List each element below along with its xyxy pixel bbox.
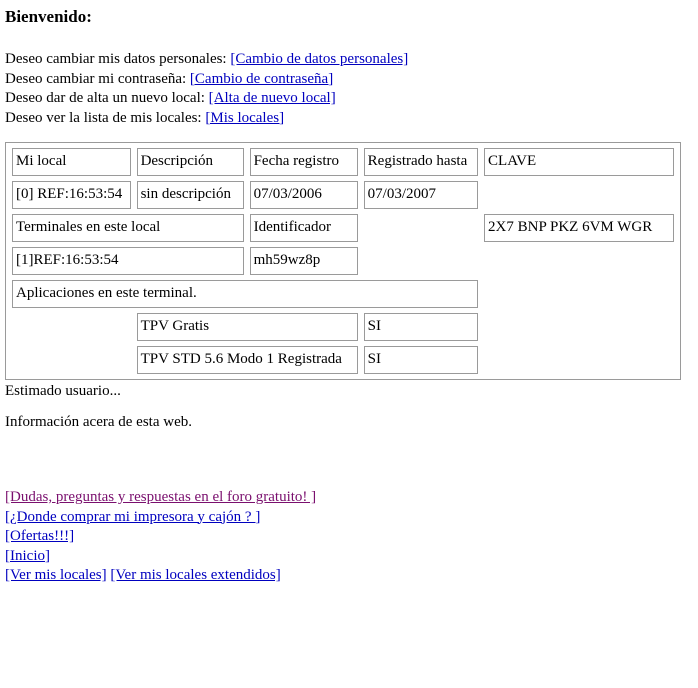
header-mi-local: Mi local xyxy=(12,148,131,176)
table-row-local: [0] REF:16:53:54 sin descripción 07/03/2… xyxy=(12,181,674,209)
footer-link-line-inicio: [Inicio] xyxy=(5,547,698,567)
table-row-terminales-header: Terminales en este local Identificador 2… xyxy=(12,214,674,242)
clave-valor: 2X7 BNP PKZ 6VM WGR xyxy=(484,214,674,242)
action-line-contrasena: Deseo cambiar mi contraseña: [Cambio de … xyxy=(5,70,698,90)
empty-cell xyxy=(484,280,674,308)
page-root: Bienvenido: Deseo cambiar mis datos pers… xyxy=(0,0,698,586)
empty-cell xyxy=(364,247,478,275)
aplicacion-nombre: TPV STD 5.6 Modo 1 Registrada xyxy=(136,346,358,374)
local-registrado-hasta: 07/03/2007 xyxy=(363,181,479,209)
table-row-aplicacion: TPV STD 5.6 Modo 1 Registrada SI xyxy=(12,346,674,374)
table-row-terminal: [1]REF:16:53:54 mh59wz8p xyxy=(12,247,674,275)
aplicacion-nombre: TPV Gratis xyxy=(136,313,358,341)
link-alta-nuevo-local[interactable]: [Alta de nuevo local] xyxy=(209,90,336,106)
action-prompt: Deseo cambiar mis datos personales: xyxy=(5,51,227,67)
aplicacion-estado: SI xyxy=(363,346,479,374)
empty-cell xyxy=(12,346,131,374)
empty-cell xyxy=(364,214,478,242)
action-line-alta-local: Deseo dar de alta un nuevo local: [Alta … xyxy=(5,89,698,109)
link-foro-gratuito[interactable]: [Dudas, preguntas y respuestas en el for… xyxy=(5,489,316,505)
link-cambio-datos-personales[interactable]: [Cambio de datos personales] xyxy=(230,51,408,67)
link-ofertas[interactable]: [Ofertas!!!] xyxy=(5,528,74,544)
empty-cell xyxy=(484,181,674,209)
terminal-identificador: mh59wz8p xyxy=(249,247,358,275)
page-title: Bienvenido: xyxy=(5,7,92,26)
local-descripcion: sin descripción xyxy=(136,181,244,209)
header-clave: CLAVE xyxy=(484,148,674,176)
footer-link-line-ofertas: [Ofertas!!!] xyxy=(5,527,698,547)
empty-cell xyxy=(484,247,674,275)
header-descripcion: Descripción xyxy=(136,148,244,176)
aplicacion-estado: SI xyxy=(363,313,479,341)
action-prompt: Deseo cambiar mi contraseña: xyxy=(5,70,187,87)
action-prompt: Deseo dar de alta un nuevo local: xyxy=(5,90,205,106)
locales-table: Mi local Descripción Fecha registro Regi… xyxy=(6,143,680,379)
link-cambio-contrasena[interactable]: [Cambio de contraseña] xyxy=(190,71,333,87)
action-line-mis-locales: Deseo ver la lista de mis locales: [Mis … xyxy=(5,109,698,129)
table-row-aplicacion: TPV Gratis SI xyxy=(12,313,674,341)
footer-link-line-donde-comprar: [¿Donde comprar mi impresora y cajón ? ] xyxy=(5,508,698,528)
terminal-nombre: [1]REF:16:53:54 xyxy=(12,247,244,275)
action-line-datos-personales: Deseo cambiar mis datos personales: [Cam… xyxy=(5,50,698,70)
link-ver-mis-locales-extendidos[interactable]: [Ver mis locales extendidos] xyxy=(110,567,280,583)
link-donde-comprar[interactable]: [¿Donde comprar mi impresora y cajón ? ] xyxy=(5,509,260,525)
terminales-identificador-header: Identificador xyxy=(249,214,358,242)
local-fecha-registro: 07/03/2006 xyxy=(249,181,358,209)
footer-link-line-ver-locales: [Ver mis locales] [Ver mis locales exten… xyxy=(5,566,698,586)
link-mis-locales[interactable]: [Mis locales] xyxy=(205,110,284,126)
table-row-headers: Mi local Descripción Fecha registro Regi… xyxy=(12,148,674,176)
locales-panel: Mi local Descripción Fecha registro Regi… xyxy=(5,142,681,380)
empty-cell xyxy=(484,313,674,341)
aplicaciones-titulo: Aplicaciones en este terminal. xyxy=(12,280,479,308)
empty-cell xyxy=(484,346,674,374)
header-fecha-registro: Fecha registro xyxy=(249,148,358,176)
header-registrado-hasta: Registrado hasta xyxy=(363,148,479,176)
terminales-titulo: Terminales en este local xyxy=(12,214,244,242)
action-prompt: Deseo ver la lista de mis locales: xyxy=(5,109,202,126)
link-ver-mis-locales[interactable]: [Ver mis locales] xyxy=(5,567,107,583)
local-nombre: [0] REF:16:53:54 xyxy=(12,181,131,209)
greeting-text: Estimado usuario... xyxy=(5,383,121,399)
footer-link-line-foro: [Dudas, preguntas y respuestas en el for… xyxy=(5,488,698,508)
info-text: Información acera de esta web. xyxy=(5,414,192,430)
empty-cell xyxy=(12,313,131,341)
table-row-aplicaciones-header: Aplicaciones en este terminal. xyxy=(12,280,674,308)
link-inicio[interactable]: [Inicio] xyxy=(5,548,50,564)
